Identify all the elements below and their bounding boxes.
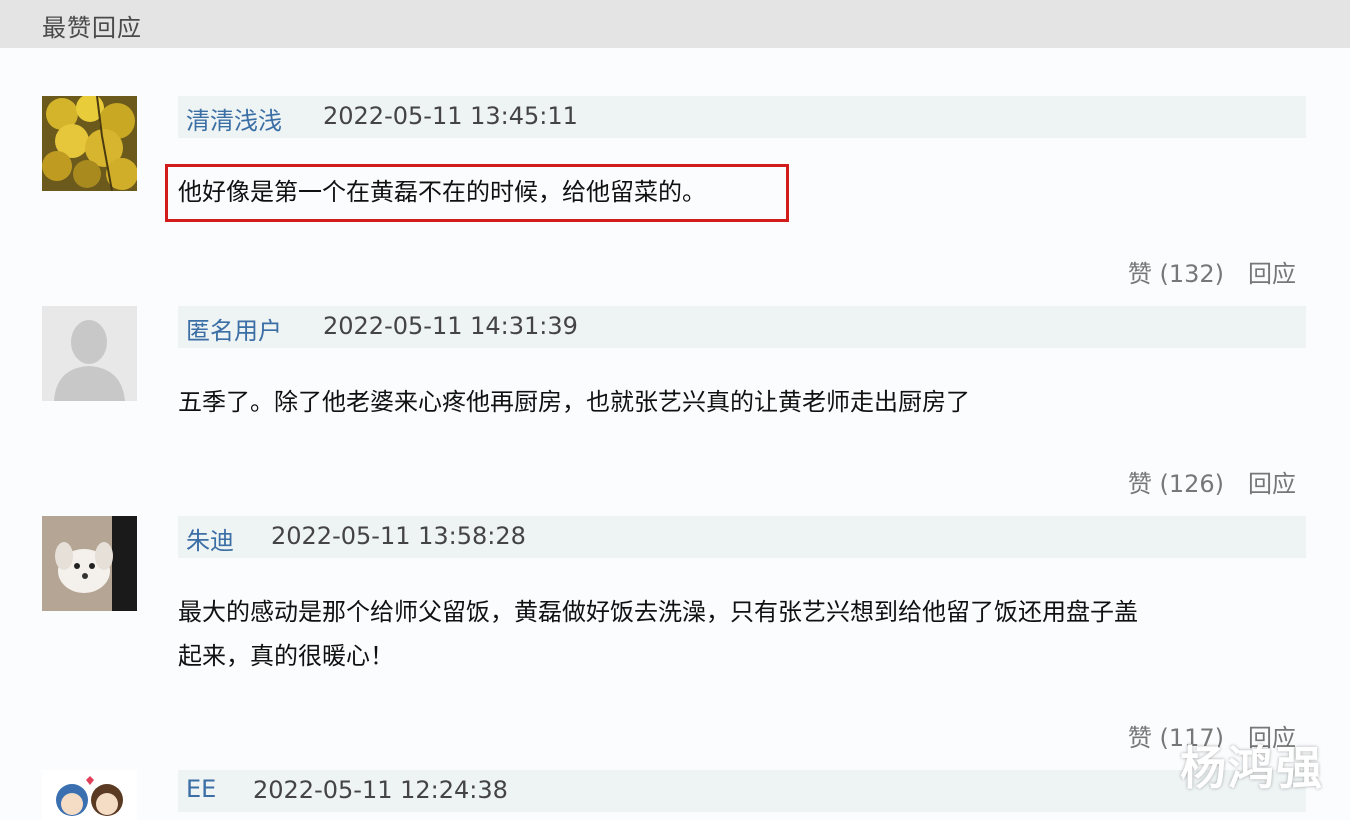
comment-text: 最大的感动是那个给师父留饭，黄磊做好饭去洗澡，只有张艺兴想到给他留了饭还用盘子盖… [178,590,1308,678]
section-title: 最赞回应 [42,14,142,42]
reply-button[interactable]: 回应 [1248,260,1296,288]
watermark: 杨鸿强 [1180,741,1324,795]
reply-button[interactable]: 回应 [1248,470,1296,498]
comment-meta: 清清浅浅 2022-05-11 13:45:11 [178,96,1306,138]
username-link[interactable]: 朱迪 [186,521,234,556]
comment-text-line: 起来，真的很暖心！ [178,642,394,670]
user-avatar[interactable] [42,96,137,191]
comment-meta: 朱迪 2022-05-11 13:58:28 [178,516,1306,558]
comment-actions: 赞 (132) 回应 [1104,254,1296,289]
comment-text-line: 最大的感动是那个给师父留饭，黄磊做好饭去洗澡，只有张艺兴想到给他留了饭还用盘子盖 [178,598,1138,626]
comment-time: 2022-05-11 13:58:28 [271,522,526,550]
comment-time: 2022-05-11 14:31:39 [323,312,578,340]
comment-time: 2022-05-11 12:24:38 [253,776,508,804]
comment-meta: EE 2022-05-11 12:24:38 [178,770,1306,812]
username-link[interactable]: 清清浅浅 [186,101,282,136]
username-link[interactable]: EE [186,775,216,803]
comment-meta: 匿名用户 2022-05-11 14:31:39 [178,306,1306,348]
comment-text: 他好像是第一个在黄磊不在的时候，给他留菜的。 [178,178,706,206]
comment-text: 五季了。除了他老婆来心疼他再厨房，也就张艺兴真的让黄老师走出厨房了 [178,388,970,416]
user-avatar[interactable] [42,306,137,401]
section-header: 最赞回应 [0,0,1350,48]
username-link[interactable]: 匿名用户 [186,311,282,346]
comment-actions: 赞 (126) 回应 [1104,464,1296,499]
user-avatar[interactable] [42,770,137,820]
like-button[interactable]: 赞 (126) [1128,470,1224,498]
comment-time: 2022-05-11 13:45:11 [323,102,578,130]
like-button[interactable]: 赞 (132) [1128,260,1224,288]
user-avatar[interactable] [42,516,137,611]
